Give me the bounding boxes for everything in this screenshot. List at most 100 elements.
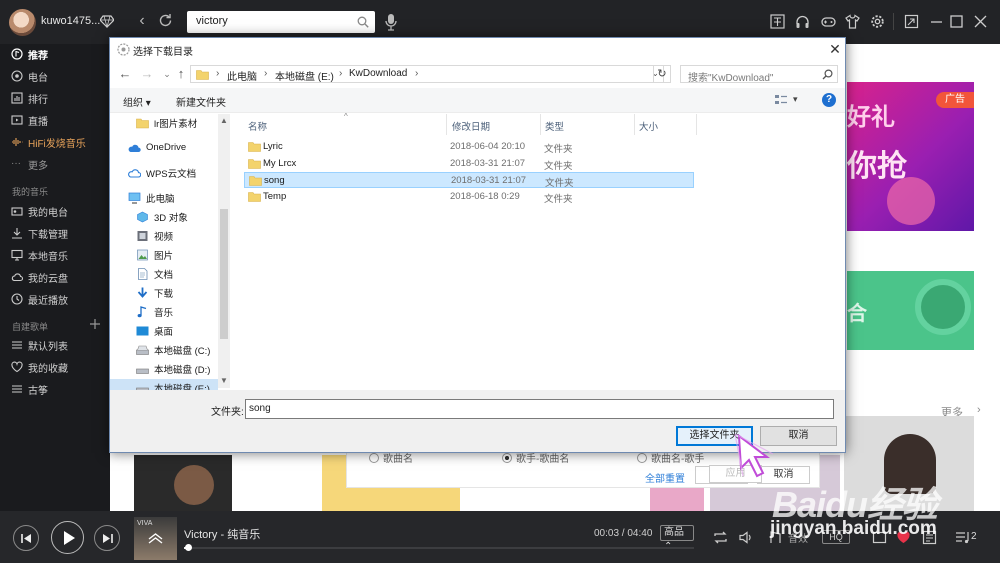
column-divider[interactable] [446,114,447,135]
search-icon[interactable] [357,16,369,28]
nav-item-videos[interactable]: 视频 [136,227,173,244]
nav-item-3d-objects[interactable]: 3D 对象 [136,208,188,225]
close-icon[interactable] [973,14,988,29]
scroll-up-arrow-icon[interactable]: ▲ [220,116,228,125]
track-title[interactable]: Victory - 纯音乐 [184,526,260,542]
shirt-skin-icon[interactable] [845,14,860,29]
back-arrow-icon[interactable]: ← [118,66,132,82]
nav-item-onedrive[interactable]: OneDrive [128,139,186,156]
breadcrumb-separator[interactable]: › [264,68,267,79]
more-arrow-icon[interactable]: › [977,404,981,416]
breadcrumb-kwdownload[interactable]: KwDownload [349,68,407,79]
scrollbar-thumb[interactable] [220,209,228,339]
next-button[interactable] [94,525,120,551]
volume-icon[interactable] [738,530,753,545]
sidebar-item-recent[interactable]: 最近播放 [11,290,68,308]
sidebar-item-radio[interactable]: 电台 [11,67,48,85]
sidebar-item-ranking[interactable]: 排行 [11,89,48,107]
scroll-down-arrow-icon[interactable]: ▼ [220,376,228,385]
column-divider[interactable] [696,114,697,135]
breadcrumb-separator[interactable]: › [415,68,418,79]
file-row[interactable]: Lyric 2018-06-04 20:10 文件夹 [244,139,694,155]
sidebar-item-hifi[interactable]: HiFi发烧音乐 [11,133,86,151]
view-options-icon[interactable] [774,94,788,106]
dialog-close-button[interactable]: ✕ [826,41,844,58]
column-header-date[interactable]: 修改日期 [452,119,490,133]
nav-item-downloads[interactable]: 下载 [136,284,173,301]
breadcrumb-this-pc[interactable]: 此电脑 [227,68,257,83]
breadcrumb-drive-e[interactable]: 本地磁盘 (E:) [275,68,334,83]
nav-item-desktop[interactable]: 桌面 [136,322,173,339]
column-divider[interactable] [540,114,541,135]
column-divider[interactable] [634,114,635,135]
folder-search-input[interactable]: 搜索"KwDownload" [680,65,838,84]
username[interactable]: kuwo1475... [41,15,100,27]
ad-banner[interactable]: 广告 好礼 你抢 [847,82,974,231]
mini-mode-icon[interactable] [904,14,919,29]
sidebar-item-cloud[interactable]: 我的云盘 [11,268,68,286]
nav-item-lr-images[interactable]: lr图片素材 [136,114,197,131]
maximize-icon[interactable] [949,14,964,29]
organize-button[interactable]: 组织 ▾ [123,94,151,109]
breadcrumb-separator[interactable]: › [339,68,342,79]
skin-text-icon[interactable] [770,14,785,29]
nav-item-music[interactable]: 音乐 [136,303,173,320]
address-bar[interactable]: › 此电脑 › 本地磁盘 (E:) › KwDownload › ⌄ [190,65,664,83]
nav-item-wps-cloud[interactable]: WPS云文档 [128,164,196,181]
headphones-icon[interactable] [795,14,810,29]
add-playlist-plus-icon[interactable] [89,318,101,330]
breadcrumb-separator[interactable]: › [216,68,219,79]
column-header-name[interactable]: 名称 [248,119,267,133]
playlist-icon[interactable] [955,530,970,545]
sidebar-item-more[interactable]: ··· 更多 [11,155,48,173]
folder-name-input[interactable]: song [245,399,834,419]
progress-bar[interactable] [184,544,694,551]
play-button[interactable] [51,521,84,554]
help-icon[interactable]: ? [822,93,836,107]
minimize-icon[interactable] [929,14,944,29]
reset-all-link[interactable]: 全部重置 [645,470,685,485]
navigation-scrollbar[interactable]: ▲ ▼ [218,114,230,388]
back-arrow-icon[interactable]: ‹ [133,11,151,31]
avatar[interactable] [9,9,36,36]
sidebar-item-recommend[interactable]: 推荐 [11,45,48,63]
album-cover[interactable]: VIVA [134,517,177,560]
up-arrow-icon[interactable]: ↑ [174,66,188,82]
view-dropdown-caret-icon[interactable]: ▾ [793,94,798,105]
album-tile[interactable] [134,455,232,511]
refresh-icon[interactable] [158,13,173,28]
previous-button[interactable] [13,525,39,551]
microphone-icon[interactable] [384,13,398,31]
column-header-size[interactable]: 大小 [639,119,658,133]
search-icon[interactable] [822,69,833,80]
nav-item-drive-d[interactable]: 本地磁盘 (D:) [136,360,210,377]
sidebar-item-guzheng[interactable]: 古筝 [11,380,48,398]
file-row[interactable]: My Lrcx 2018-03-31 21:07 文件夹 [244,156,694,172]
nav-item-pictures[interactable]: 图片 [136,246,173,263]
green-banner[interactable]: 合 [847,271,974,350]
new-folder-button[interactable]: 新建文件夹 [176,94,226,109]
sidebar-item-default-list[interactable]: 默认列表 [11,336,68,354]
progress-knob[interactable] [185,544,192,551]
sidebar-item-favorites[interactable]: 我的收藏 [11,358,68,376]
nav-item-documents[interactable]: 文档 [136,265,173,282]
column-header-type[interactable]: 类型 [545,119,564,133]
refresh-button[interactable]: ↻ [653,65,671,83]
file-row[interactable]: Temp 2018-06-18 0:29 文件夹 [244,189,694,205]
nav-item-this-pc[interactable]: 此电脑 [128,189,175,206]
quality-selector[interactable]: 高品 ⌃ [660,525,694,552]
search-input[interactable]: victory [187,11,375,33]
forward-arrow-icon[interactable]: → [140,66,154,82]
gamepad-icon[interactable] [821,14,836,29]
dialog-title-bar[interactable]: 选择下载目录 ✕ [110,38,845,61]
diamond-vip-icon[interactable] [100,14,114,28]
sidebar-item-live[interactable]: 直播 [11,111,48,129]
sidebar-item-my-radio[interactable]: 我的电台 [11,202,68,220]
recent-locations-chevron-icon[interactable]: ⌄ [160,66,174,82]
settings-gear-icon[interactable] [870,14,885,29]
sidebar-item-local-music[interactable]: 本地音乐 [11,246,68,264]
nav-item-drive-c[interactable]: 本地磁盘 (C:) [136,341,210,358]
play-mode-loop-icon[interactable] [713,530,728,545]
file-row-selected[interactable]: song 2018-03-31 21:07 文件夹 [244,172,694,189]
sidebar-item-downloads[interactable]: 下载管理 [11,224,68,242]
